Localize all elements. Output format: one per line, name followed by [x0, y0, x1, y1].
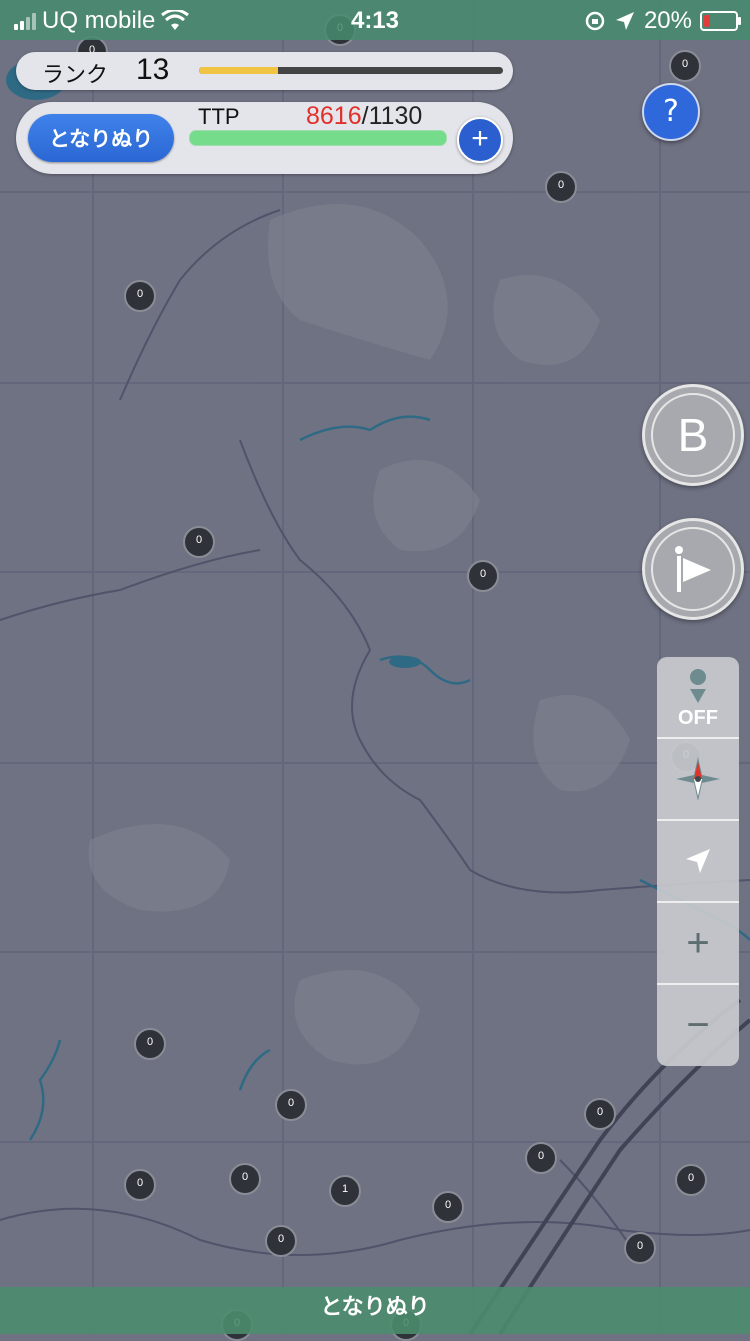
status-bar: UQ mobile 4:13 20%	[0, 0, 750, 40]
rank-value: 13	[136, 53, 170, 86]
b-button[interactable]: B	[642, 384, 744, 486]
area-marker[interactable]: 0	[675, 1164, 707, 1196]
flag-icon	[675, 546, 711, 592]
compass-icon	[676, 757, 720, 801]
area-marker[interactable]: 1	[329, 1175, 361, 1207]
orientation-lock-icon	[585, 11, 605, 31]
location-arrow-icon	[615, 12, 634, 30]
area-marker[interactable]: 0	[545, 171, 577, 203]
tracking-off-label: OFF	[678, 707, 718, 729]
area-marker[interactable]: 0	[624, 1232, 656, 1264]
area-marker[interactable]: 0	[467, 560, 499, 592]
ttp-panel: となりぬり TTP 8616/1130 +	[16, 102, 513, 174]
map-control-stack: OFF + −	[657, 657, 739, 1066]
area-marker[interactable]: 0	[265, 1225, 297, 1257]
help-button[interactable]: ?	[642, 83, 700, 141]
area-marker[interactable]: 0	[432, 1191, 464, 1223]
ttp-max: /1130	[361, 102, 423, 130]
b-button-label: B	[651, 393, 735, 477]
area-marker[interactable]: 0	[124, 1169, 156, 1201]
ttp-label: TTP	[198, 104, 240, 129]
battery-percent: 20%	[643, 7, 692, 34]
rank-label: ランク	[42, 62, 109, 87]
tracking-toggle[interactable]: OFF	[657, 657, 739, 739]
area-marker[interactable]: 0	[183, 526, 215, 558]
area-marker[interactable]: 0	[669, 50, 701, 82]
zoom-in-label: +	[686, 920, 710, 965]
add-ttp-button[interactable]: +	[457, 117, 503, 163]
area-marker[interactable]: 0	[134, 1028, 166, 1060]
rank-panel: ランク 13	[16, 52, 513, 90]
area-marker[interactable]: 0	[124, 280, 156, 312]
area-marker[interactable]: 0	[229, 1163, 261, 1195]
rank-progress-bar	[199, 67, 503, 74]
area-marker[interactable]: 0	[584, 1098, 616, 1130]
flag-button[interactable]	[642, 518, 744, 620]
tonari-nuri-button[interactable]: となりぬり	[28, 114, 174, 162]
map-view[interactable]	[0, 0, 750, 1334]
current-location-button[interactable]	[657, 821, 739, 903]
bottom-bar-label: となりぬり	[320, 1295, 430, 1320]
zoom-out-label: −	[686, 1003, 710, 1047]
bottom-tonari-bar[interactable]: となりぬり	[0, 1287, 750, 1334]
status-right: 20%	[584, 7, 741, 35]
zoom-in-button[interactable]: +	[657, 903, 739, 985]
area-marker[interactable]: 0	[275, 1089, 307, 1121]
ttp-progress-bar	[189, 130, 447, 146]
ttp-count: 8616/1130	[306, 102, 422, 131]
pin-icon	[690, 669, 706, 703]
ttp-current: 8616	[306, 102, 362, 130]
flag-button-inner	[651, 527, 735, 611]
navigation-arrow-icon	[686, 849, 710, 873]
battery-icon	[700, 11, 741, 31]
area-marker[interactable]: 0	[525, 1142, 557, 1174]
compass-button[interactable]	[657, 739, 739, 821]
zoom-out-button[interactable]: −	[657, 985, 739, 1066]
